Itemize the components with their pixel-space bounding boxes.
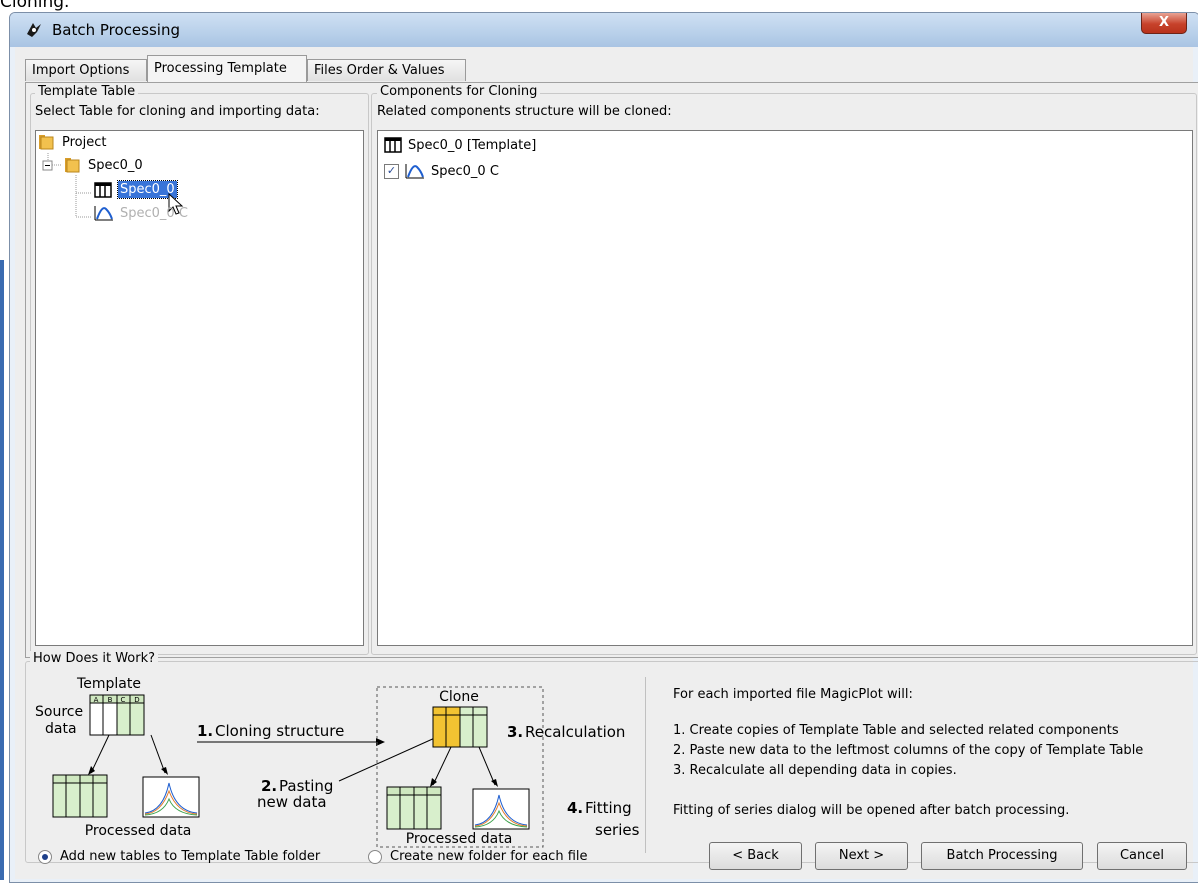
template-table-instruction: Select Table for cloning and importing d… bbox=[35, 104, 320, 119]
top-caption: Cloning. bbox=[0, 0, 70, 12]
tree-label-project: Project bbox=[62, 134, 107, 150]
tab-import-options[interactable]: Import Options bbox=[25, 59, 147, 81]
diagram-step1-text: Cloning structure bbox=[215, 722, 344, 740]
template-table-title: Template Table bbox=[35, 84, 139, 99]
tree-item-folder[interactable]: Spec0_0 bbox=[64, 157, 143, 173]
how-it-works-title: How Does it Work? bbox=[30, 651, 159, 666]
info-title: For each imported file MagicPlot will: bbox=[673, 687, 913, 702]
components-instruction: Related components structure will be clo… bbox=[377, 104, 672, 119]
col-b: B bbox=[108, 696, 113, 704]
radio-add-label: Add new tables to Template Table folder bbox=[60, 849, 321, 864]
tree-item-fit[interactable]: Spec0_0 C bbox=[94, 205, 188, 221]
tree-item-project[interactable]: Project bbox=[38, 134, 106, 150]
fit-curve-icon bbox=[405, 164, 424, 179]
diagram-source-label-1: Source bbox=[35, 704, 83, 720]
diagram-step4-text-1: Fitting bbox=[585, 799, 632, 817]
diagram-processed-table-left bbox=[52, 774, 108, 818]
diagram-step1-num: 1. bbox=[197, 722, 213, 740]
tree-label-folder: Spec0_0 bbox=[88, 157, 143, 173]
radio-add-to-template-folder[interactable]: Add new tables to Template Table folder bbox=[38, 849, 320, 864]
batch-processing-window: Batch Processing X Import Options Proces… bbox=[9, 12, 1198, 883]
window-title: Batch Processing bbox=[52, 21, 180, 39]
folder-icon bbox=[39, 135, 54, 150]
component-fit[interactable]: ✓ Spec0_0 C bbox=[384, 163, 499, 179]
diagram-step4-num: 4. bbox=[567, 799, 583, 817]
close-button[interactable]: X bbox=[1141, 13, 1187, 34]
diagram-processed-table-right bbox=[386, 786, 442, 830]
process-diagram: Template Source data A B C D Processed d… bbox=[35, 676, 640, 848]
background-window-edge bbox=[0, 260, 4, 880]
diagram-step3-text: Recalculation bbox=[525, 723, 625, 741]
info-line-3: 3. Recalculate all depending data in cop… bbox=[673, 763, 957, 778]
component-template-label: Spec0_0 [Template] bbox=[408, 137, 537, 153]
tab-panel: Template Table Select Table for cloning … bbox=[25, 82, 1198, 658]
radio-dot[interactable] bbox=[368, 849, 382, 864]
back-button[interactable]: < Back bbox=[709, 842, 802, 870]
batch-processing-button[interactable]: Batch Processing bbox=[921, 842, 1083, 870]
table-icon bbox=[384, 137, 402, 153]
diagram-template-label: Template bbox=[76, 676, 141, 692]
dialog-body: Import Options Processing Template Files… bbox=[15, 47, 1198, 879]
tree-item-table[interactable]: Spec0_0 bbox=[94, 180, 178, 199]
diagram-processed-left: Processed data bbox=[85, 823, 192, 839]
tree-label-fit: Spec0_0 C bbox=[120, 205, 188, 221]
diagram-step4-text-2: series bbox=[595, 821, 640, 839]
radio-create-new-folder[interactable]: Create new folder for each file bbox=[368, 849, 588, 864]
diagram-step3-num: 3. bbox=[507, 723, 523, 741]
table-icon bbox=[94, 181, 112, 198]
diagram-source-label-2: data bbox=[45, 721, 77, 737]
next-button[interactable]: Next > bbox=[815, 842, 908, 870]
components-title: Components for Cloning bbox=[377, 84, 541, 99]
info-footer: Fitting of series dialog will be opened … bbox=[673, 803, 1070, 818]
radio-dot[interactable] bbox=[38, 849, 52, 864]
components-list[interactable]: Spec0_0 [Template] ✓ Spec0_0 C bbox=[377, 130, 1193, 646]
diagram-clone-label: Clone bbox=[439, 689, 479, 705]
tab-files-order-values[interactable]: Files Order & Values bbox=[307, 59, 466, 81]
col-a: A bbox=[94, 696, 99, 704]
col-c: C bbox=[121, 696, 126, 704]
info-line-2: 2. Paste new data to the leftmost column… bbox=[673, 743, 1144, 758]
component-fit-label: Spec0_0 C bbox=[431, 163, 499, 179]
tab-processing-template[interactable]: Processing Template bbox=[147, 55, 307, 82]
component-template[interactable]: Spec0_0 [Template] bbox=[384, 137, 536, 153]
title-bar[interactable]: Batch Processing X bbox=[10, 13, 1198, 47]
cancel-button[interactable]: Cancel bbox=[1097, 842, 1187, 870]
diagram-chart-left bbox=[142, 776, 200, 818]
diagram-step2-text-2: new data bbox=[257, 793, 327, 811]
folder-icon bbox=[65, 158, 80, 173]
info-line-1: 1. Create copies of Template Table and s… bbox=[673, 723, 1119, 738]
radio-create-label: Create new folder for each file bbox=[390, 849, 588, 864]
fit-curve-icon bbox=[94, 206, 113, 221]
template-tree[interactable]: Project Spec0_0 Spec0_0 Spec0_0 C bbox=[35, 130, 364, 646]
divider bbox=[645, 677, 646, 853]
magicplot-app-icon bbox=[27, 23, 41, 37]
diagram-processed-right: Processed data bbox=[406, 831, 513, 847]
diagram-chart-right bbox=[472, 788, 530, 830]
component-fit-checkbox[interactable]: ✓ bbox=[384, 163, 399, 179]
diagram-clone-table bbox=[432, 706, 488, 748]
col-d: D bbox=[134, 696, 139, 704]
